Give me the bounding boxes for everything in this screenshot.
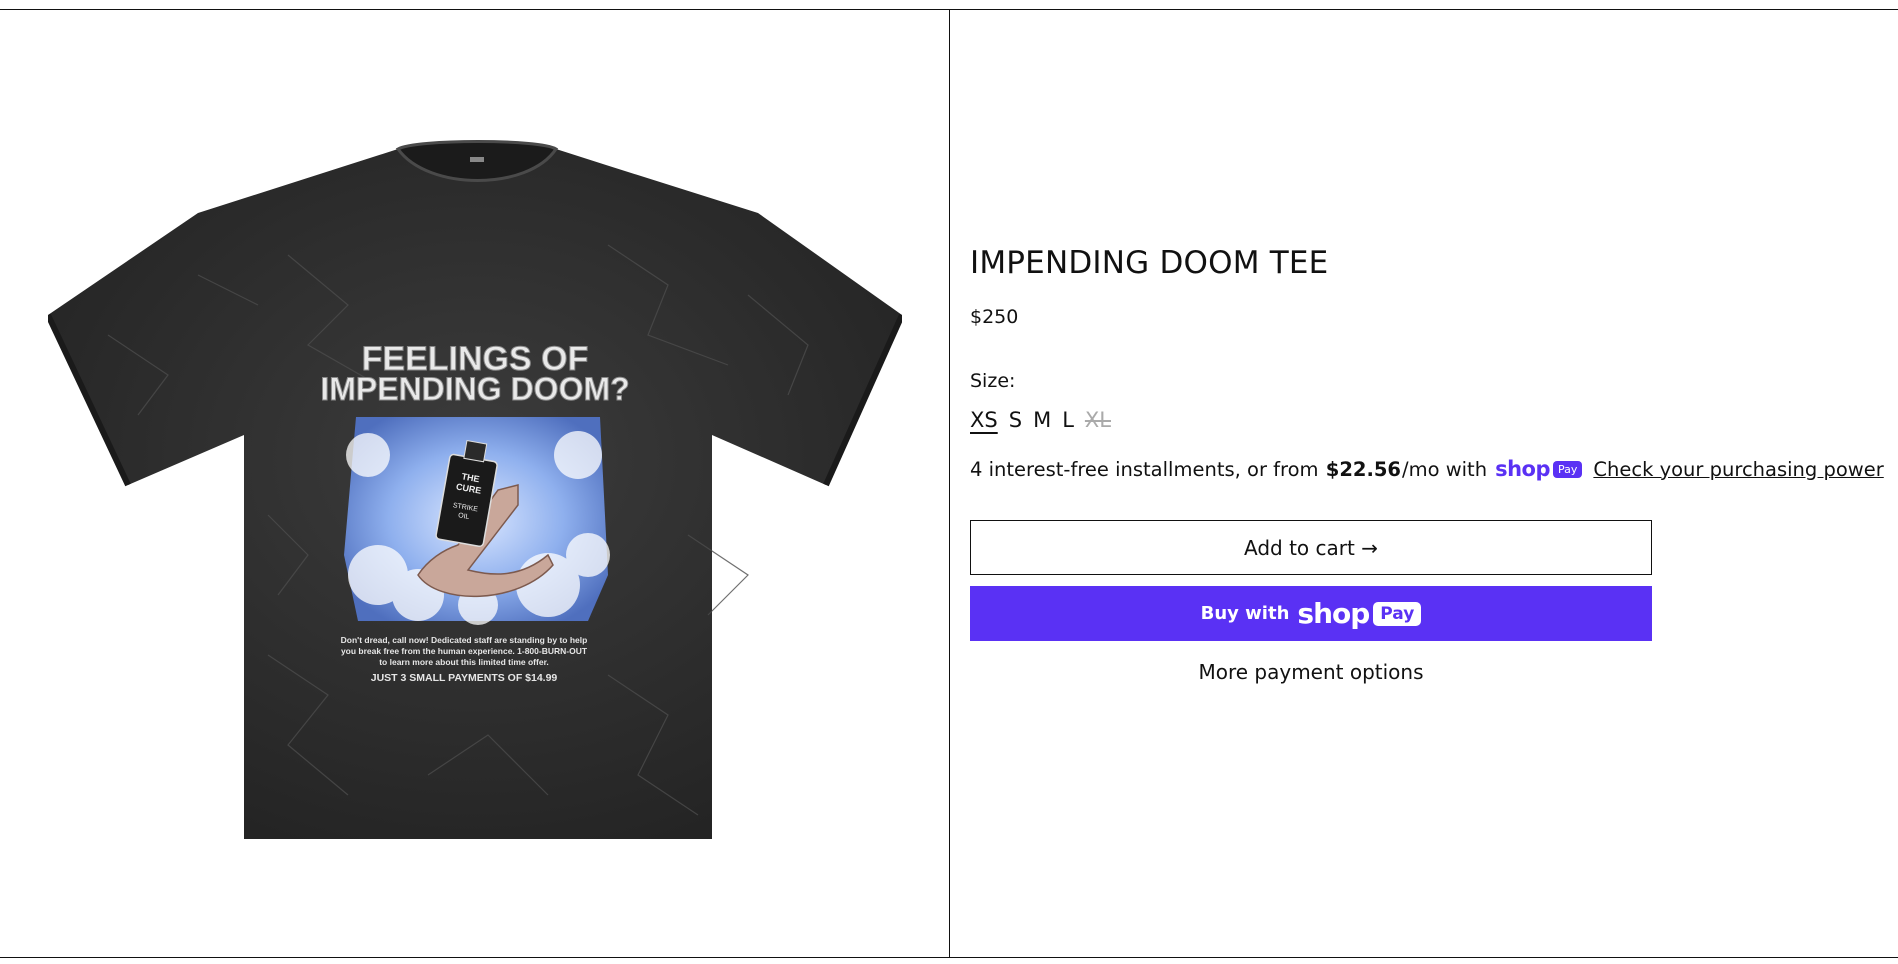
installments-prefix: 4 interest-free installments, or from [970,457,1319,481]
size-option-s[interactable]: S [1009,408,1022,432]
graphic-sky-hand-bottle: THE CURE STRIKE OIL [344,417,610,625]
graphic-headline-line2: IMPENDING DOOM? [320,371,629,407]
column-divider [949,9,950,958]
check-purchasing-power-link[interactable]: Check your purchasing power [1593,458,1883,481]
size-selector: XS S M L XL [970,408,1111,432]
more-payment-options-link[interactable]: More payment options [970,660,1652,684]
product-title: IMPENDING DOOM TEE [970,245,1329,281]
installments-suffix: /mo with [1402,457,1488,481]
graphic-footer-line: JUST 3 SMALL PAYMENTS OF $14.99 [371,672,558,684]
graphic-body-line3: to learn more about this limited time of… [379,657,549,667]
product-price: $250 [970,306,1019,328]
graphic-body-line1: Don't dread, call now! Dedicated staff a… [341,635,588,645]
add-to-cart-button[interactable]: Add to cart → [970,520,1652,575]
product-image-pane: FEELINGS OF IMPENDING DOOM? THE CURE STR… [0,10,949,957]
size-option-xl[interactable]: XL [1085,408,1111,432]
shop-pay-wordmark: shop [1495,457,1550,481]
product-image-tshirt[interactable]: FEELINGS OF IMPENDING DOOM? THE CURE STR… [48,135,902,841]
size-label: Size: [970,370,1016,392]
graphic-body-line2: you break free from the human experience… [341,646,588,656]
shop-logo: shop [1297,597,1370,630]
installments-amount: $22.56 [1325,457,1401,481]
size-option-m[interactable]: M [1033,408,1051,432]
size-option-xs[interactable]: XS [970,408,998,432]
buy-with-label: Buy with [1200,603,1290,624]
buy-with-shop-pay-button[interactable]: Buy with shop Pay [970,586,1652,641]
installments-message: 4 interest-free installments, or from $2… [970,457,1884,481]
shop-pay-badge: Pay [1553,460,1583,478]
pay-logo: Pay [1373,601,1422,626]
size-option-l[interactable]: L [1062,408,1074,432]
